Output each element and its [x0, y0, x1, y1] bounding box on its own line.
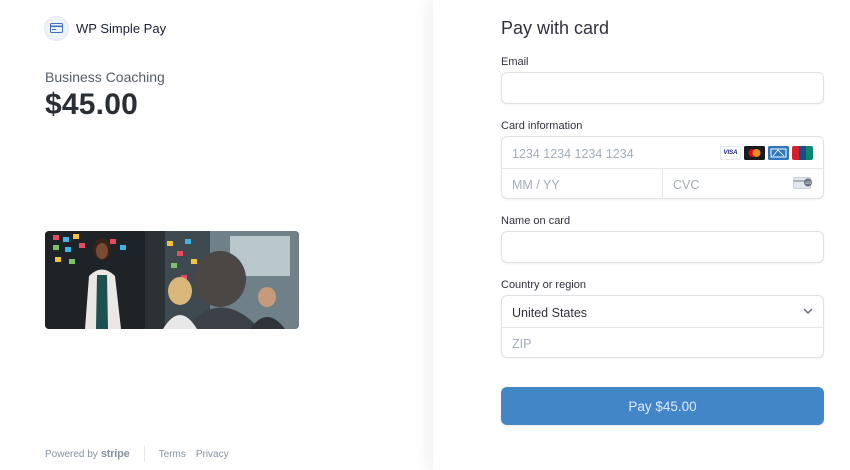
card-brand-logos: VISA [720, 146, 813, 160]
product-image [45, 231, 299, 329]
payment-form-panel: Pay with card Email Card information 123… [433, 0, 850, 470]
unionpay-icon [792, 146, 813, 160]
email-label: Email [501, 56, 529, 68]
card-col-divider [662, 168, 663, 199]
address-group: United States ZIP [501, 295, 824, 358]
svg-text:123: 123 [805, 181, 811, 185]
zip-input[interactable]: ZIP [512, 337, 531, 351]
email-field[interactable] [501, 72, 824, 104]
product-price: $45.00 [45, 88, 138, 121]
brand-name: WP Simple Pay [76, 21, 167, 36]
cvc-input[interactable]: CVC [673, 178, 699, 192]
footer-divider [143, 446, 145, 462]
name-on-card-field[interactable] [501, 231, 824, 263]
card-info-label: Card information [501, 120, 583, 132]
expiry-input[interactable]: MM / YY [512, 178, 560, 192]
card-number-input[interactable]: 1234 1234 1234 1234 [512, 147, 634, 161]
privacy-link[interactable]: Privacy [196, 449, 229, 460]
card-info-group: 1234 1234 1234 1234 VISA MM / YY CVC 123 [501, 136, 824, 199]
footer: Powered by stripe Terms Privacy [45, 446, 239, 462]
powered-by-text: Powered by [45, 448, 98, 460]
mastercard-icon [744, 146, 765, 160]
address-divider [502, 327, 823, 328]
amex-icon [768, 146, 789, 160]
name-label: Name on card [501, 215, 571, 227]
visa-icon: VISA [720, 146, 741, 160]
terms-link[interactable]: Terms [159, 449, 186, 460]
cvc-card-icon: 123 [793, 177, 812, 189]
product-name: Business Coaching [45, 69, 165, 85]
credit-card-icon [45, 17, 68, 40]
country-select[interactable]: United States [512, 306, 587, 320]
pay-button[interactable]: Pay $45.00 [501, 387, 824, 425]
brand: WP Simple Pay [45, 17, 166, 40]
product-panel: WP Simple Pay Business Coaching $45.00 P… [0, 0, 433, 470]
stripe-logo[interactable]: stripe [101, 448, 130, 460]
country-label: Country or region [501, 279, 586, 291]
chevron-down-icon[interactable] [803, 308, 813, 315]
form-title: Pay with card [501, 18, 610, 38]
